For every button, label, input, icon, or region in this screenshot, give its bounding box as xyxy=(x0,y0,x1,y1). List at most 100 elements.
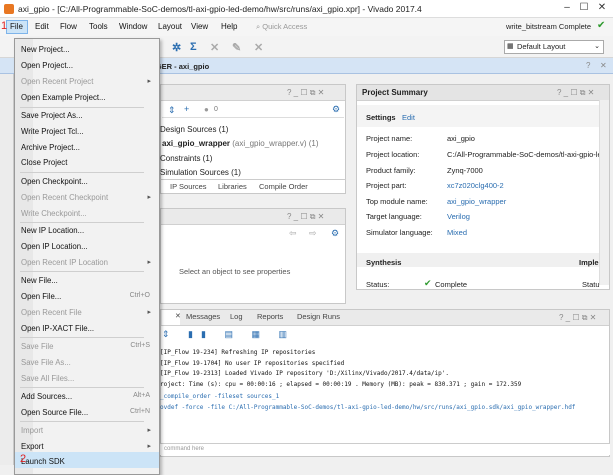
cut-icon[interactable]: ✕ xyxy=(254,41,263,54)
title-bar: axi_gpio - [C:/All-Programmable-SoC-demo… xyxy=(0,0,613,18)
console-toolbar[interactable]: ⇕ ▮▮ ▤ ▦ ▥ xyxy=(162,329,295,340)
menu-item-new-ip-location[interactable]: New IP Location... xyxy=(21,226,157,235)
value-simulator-language[interactable]: Mixed xyxy=(447,228,467,237)
console-line: _compile_order -fileset sources_1 xyxy=(160,393,280,400)
minimize-icon[interactable]: – xyxy=(560,2,574,14)
menu-item-open-ip-location[interactable]: Open IP Location... xyxy=(21,242,157,251)
properties-panel: ? _ ☐ ⧉ ✕ ⇦ ⇨ ⚙ Select an object to see … xyxy=(160,208,346,304)
menu-item-save-project-as[interactable]: Save Project As... xyxy=(21,111,157,120)
label-project-name: Project name: xyxy=(366,134,413,143)
menu-item-open-recent-ip-location[interactable]: Open Recent IP Location ▸ xyxy=(21,258,157,267)
panel-controls[interactable]: ? _ ☐ ⧉ ✕ xyxy=(287,212,324,222)
expand-icon[interactable]: ⇕ xyxy=(168,105,176,116)
gear-icon[interactable]: ⚙ xyxy=(331,228,339,239)
value-target-language[interactable]: Verilog xyxy=(447,212,470,221)
sigma-icon[interactable]: Σ xyxy=(190,41,197,53)
window-title: axi_gpio - [C:/All-Programmable-SoC-demo… xyxy=(18,4,422,14)
menu-item-export[interactable]: Export ▸ xyxy=(21,442,157,451)
tab-log[interactable]: Log xyxy=(230,312,243,321)
chevron-down-icon: ⌄ xyxy=(594,43,600,50)
menu-view[interactable]: View xyxy=(191,22,208,31)
menu-item-open-recent-project[interactable]: Open Recent Project ▸ xyxy=(21,77,157,86)
wrench-icon[interactable]: ✕ xyxy=(210,41,219,54)
menu-item-save-all-files[interactable]: Save All Files... xyxy=(21,374,157,383)
console-line: [IP_Flow 19-2313] Loaded Vivado IP repos… xyxy=(160,370,449,377)
menu-item-new-project[interactable]: New Project... xyxy=(21,45,157,54)
menu-item-archive-project[interactable]: Archive Project... xyxy=(21,143,157,152)
menu-item-save-file-as[interactable]: Save File As... xyxy=(21,358,157,367)
help-icon[interactable]: ? xyxy=(586,61,590,70)
label-top-module: Top module name: xyxy=(366,197,428,206)
design-sources-row[interactable]: Design Sources (1) xyxy=(160,125,228,134)
tab-ip-sources[interactable]: IP Sources xyxy=(170,182,207,191)
check-icon: ✔ xyxy=(424,278,432,288)
quick-access-input[interactable]: ⌕ Quick Access xyxy=(256,21,368,33)
add-icon[interactable]: + xyxy=(184,104,189,114)
menu-item-open-recent-file[interactable]: Open Recent File ▸ xyxy=(21,308,157,317)
summary-edit-link[interactable]: Edit xyxy=(402,113,415,122)
console-line: roject: Time (s): cpu = 00:00:16 ; elaps… xyxy=(160,381,522,388)
menu-tools[interactable]: Tools xyxy=(89,22,108,31)
tab-libraries[interactable]: Libraries xyxy=(218,182,247,191)
settings-icon[interactable]: ✲ xyxy=(172,41,181,54)
check-icon: ✔ xyxy=(597,20,606,31)
back-icon[interactable]: ⇦ xyxy=(289,228,297,239)
close-icon[interactable]: ✕ xyxy=(595,2,609,14)
properties-empty: Select an object to see properties xyxy=(179,267,291,276)
maximize-icon[interactable]: ☐ xyxy=(577,2,591,14)
menu-edit[interactable]: Edit xyxy=(35,22,49,31)
annotation-two: 2 xyxy=(20,453,27,465)
tab-design-runs[interactable]: Design Runs xyxy=(297,312,340,321)
wrapper-row[interactable]: axi_gpio_wrapper (axi_gpio_wrapper.v) (1… xyxy=(162,139,319,148)
forward-icon[interactable]: ⇨ xyxy=(309,228,317,239)
menu-item-add-sources[interactable]: Add Sources... Alt+A xyxy=(21,392,157,401)
value-top-module[interactable]: axi_gpio_wrapper xyxy=(447,197,506,206)
menu-layout[interactable]: Layout xyxy=(158,22,182,31)
menu-item-open-ip-xact[interactable]: Open IP-XACT File... xyxy=(21,324,157,333)
help-icon[interactable]: ? _ ☐ ⧉ ✕ xyxy=(287,88,324,98)
synthesis-heading: Synthesis xyxy=(366,258,402,267)
menu-item-close-project[interactable]: Close Project xyxy=(21,158,157,167)
label-simulator-language: Simulator language: xyxy=(366,228,433,237)
tab-compile-order[interactable]: Compile Order xyxy=(259,182,308,191)
menu-item-open-project[interactable]: Open Project... xyxy=(21,61,157,70)
menu-item-save-file[interactable]: Save File Ctrl+S xyxy=(21,342,157,351)
tab-messages[interactable]: Messages xyxy=(186,312,220,321)
menu-item-import[interactable]: Import ▸ xyxy=(21,426,157,435)
close-icon[interactable]: ✕ xyxy=(600,61,607,70)
menu-item-write-project-tcl[interactable]: Write Project Tcl... xyxy=(21,127,157,136)
constraints-row[interactable]: Constraints (1) xyxy=(160,154,212,163)
menu-item-launch-sdk[interactable]: Launch SDK xyxy=(21,457,157,466)
console-line: [IP_Flow 19-1704] No user IP repositorie… xyxy=(160,360,345,367)
menu-help[interactable]: Help xyxy=(221,22,237,31)
menu-item-open-source-file[interactable]: Open Source File... Ctrl+N xyxy=(21,408,157,417)
menu-item-new-file[interactable]: New File... xyxy=(21,276,157,285)
tab-reports[interactable]: Reports xyxy=(257,312,283,321)
summary-title: Project Summary xyxy=(362,88,428,97)
sources-panel-header: ? _ ☐ ⧉ ✕ xyxy=(161,85,345,101)
layout-select[interactable]: ▦ Default Layout ⌄ xyxy=(504,40,604,54)
status-value: Complete xyxy=(435,280,468,289)
summary-scrollbar[interactable] xyxy=(599,100,609,285)
menu-file[interactable]: File xyxy=(10,22,23,31)
tab-close-icon[interactable]: ✕ xyxy=(175,312,181,320)
label-project-location: Project location: xyxy=(366,150,420,159)
value-project-part[interactable]: xc7z020clg400-2 xyxy=(447,181,504,190)
menu-item-write-checkpoint[interactable]: Write Checkpoint... xyxy=(21,209,157,218)
command-input[interactable]: command here xyxy=(160,443,610,455)
menu-window[interactable]: Window xyxy=(119,22,147,31)
tool-icon[interactable]: ✎ xyxy=(232,41,241,54)
menu-flow[interactable]: Flow xyxy=(60,22,77,31)
gear-icon[interactable]: ⚙ xyxy=(332,104,340,115)
menu-item-open-checkpoint[interactable]: Open Checkpoint... xyxy=(21,177,157,186)
value-product-family: Zynq-7000 xyxy=(447,166,483,175)
menu-item-open-file[interactable]: Open File... Ctrl+O xyxy=(21,292,157,301)
value-project-location: C:/All-Programmable-SoC-demos/tl-axi-gpi… xyxy=(447,150,602,159)
menu-item-open-recent-checkpoint[interactable]: Open Recent Checkpoint ▸ xyxy=(21,193,157,202)
console-line: ovdef -force -file C:/All-Programmable-S… xyxy=(160,404,576,411)
panel-controls[interactable]: ? _ ☐ ⧉ ✕ xyxy=(557,88,594,98)
simulation-sources-row[interactable]: Simulation Sources (1) xyxy=(160,168,241,177)
menu-item-open-example[interactable]: Open Example Project... xyxy=(21,93,157,102)
panel-controls[interactable]: ? _ ☐ ⧉ ✕ xyxy=(559,313,596,323)
implementation-heading: Imple xyxy=(579,258,599,267)
